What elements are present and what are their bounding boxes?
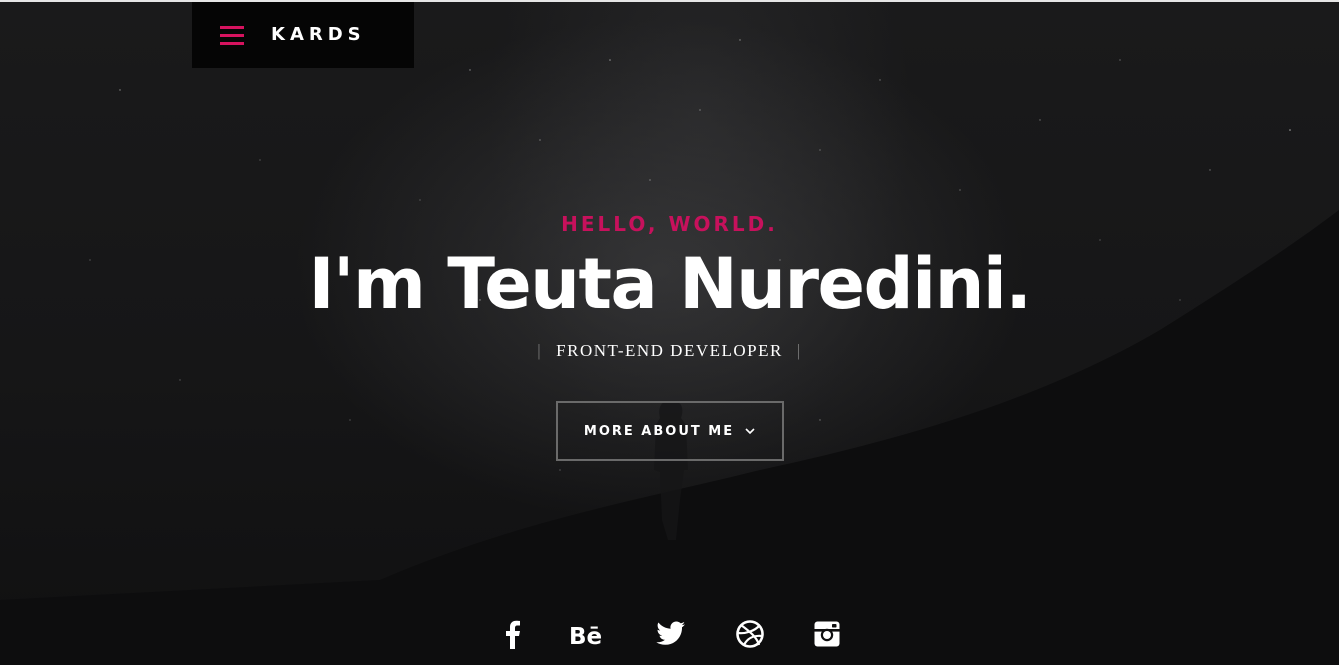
more-about-me-button[interactable]: MORE ABOUT ME bbox=[556, 401, 784, 461]
hamburger-icon[interactable] bbox=[220, 26, 244, 46]
role-divider-left: | bbox=[537, 341, 543, 360]
site-header: KARDS bbox=[192, 2, 414, 68]
role-divider-right: | bbox=[796, 341, 802, 360]
behance-icon[interactable]: Bē bbox=[568, 614, 608, 654]
hero-background bbox=[0, 0, 1339, 665]
twitter-icon[interactable] bbox=[651, 614, 691, 654]
instagram-icon[interactable] bbox=[807, 614, 847, 654]
role-line: | FRONT-END DEVELOPER | bbox=[0, 341, 1339, 361]
more-about-me-label: MORE ABOUT ME bbox=[583, 423, 735, 439]
dribbble-icon[interactable] bbox=[730, 614, 770, 654]
facebook-icon[interactable] bbox=[492, 614, 532, 654]
social-links: Bē bbox=[0, 614, 1339, 654]
night-sky-image bbox=[0, 29, 1339, 665]
greeting-text: HELLO, WORLD. bbox=[561, 212, 778, 236]
role-text: FRONT-END DEVELOPER bbox=[556, 341, 783, 360]
chevron-down-icon bbox=[744, 425, 756, 437]
site-logo[interactable]: KARDS bbox=[271, 24, 366, 45]
page-title: I'm Teuta Nuredini. bbox=[308, 243, 1032, 325]
svg-text:Bē: Bē bbox=[569, 624, 602, 647]
